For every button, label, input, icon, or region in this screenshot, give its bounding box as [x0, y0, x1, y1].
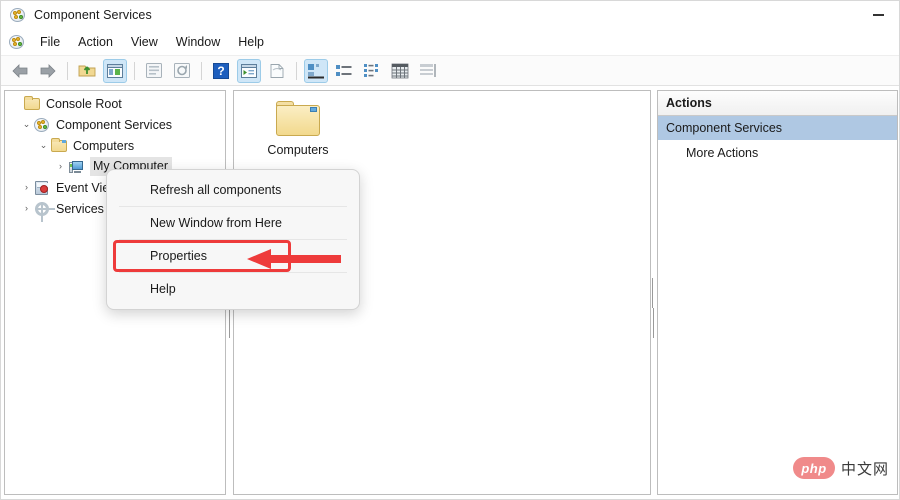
minimize-button[interactable]: [855, 1, 899, 29]
tree-item-component-services[interactable]: ⌄ Component Services: [5, 114, 225, 135]
title-bar: Component Services: [1, 1, 899, 29]
chevron-right-icon[interactable]: ›: [19, 204, 34, 213]
view-large-icons-icon[interactable]: [304, 58, 328, 83]
svg-text:?: ?: [217, 64, 224, 78]
annotation-arrow-icon: [247, 248, 341, 270]
context-menu-item-new-window-from-here[interactable]: New Window from Here: [107, 207, 359, 239]
component-services-icon: [10, 7, 26, 23]
toolbar-separator: [296, 61, 297, 80]
context-menu-item-help[interactable]: Help: [107, 273, 359, 305]
services-icon: [34, 201, 55, 222]
menu-file[interactable]: File: [31, 32, 69, 52]
chevron-right-icon[interactable]: ›: [19, 183, 34, 192]
folder-icon: [24, 95, 41, 112]
view-list-icon[interactable]: [360, 59, 384, 83]
list-item[interactable]: Computers: [256, 101, 340, 157]
tree-item-label: Component Services: [56, 117, 173, 132]
forward-icon[interactable]: [36, 59, 60, 83]
menu-window[interactable]: Window: [167, 32, 229, 52]
menu-action[interactable]: Action: [69, 32, 122, 52]
tree-item-label: Computers: [73, 138, 135, 153]
window-title: Component Services: [34, 8, 152, 22]
refresh-icon[interactable]: [170, 59, 194, 83]
watermark-text: 中文网: [840, 460, 889, 478]
component-services-icon: [34, 117, 51, 133]
actions-item-component-services[interactable]: Component Services: [658, 116, 897, 140]
actions-item-more-actions[interactable]: More Actions: [658, 140, 897, 166]
new-window-icon[interactable]: [265, 59, 289, 83]
up-folder-icon[interactable]: [75, 59, 99, 83]
show-hide-console-tree-icon[interactable]: [103, 58, 127, 83]
view-report-icon[interactable]: [416, 59, 440, 83]
view-small-icons-icon[interactable]: [332, 59, 356, 83]
actions-pane[interactable]: Actions Component Services More Actions: [657, 90, 898, 495]
context-menu: Refresh all components New Window from H…: [106, 169, 360, 310]
chevron-right-icon[interactable]: ›: [53, 162, 68, 171]
folder-icon: [51, 137, 68, 154]
tree-item-console-root[interactable]: Console Root: [5, 93, 225, 114]
actions-pane-header: Actions: [658, 91, 897, 116]
php-logo: php: [792, 457, 835, 479]
minimize-icon: [872, 14, 884, 16]
toolbar: ?: [1, 56, 899, 86]
export-list-icon[interactable]: [237, 58, 261, 83]
menu-help[interactable]: Help: [229, 32, 273, 52]
toolbar-separator: [201, 61, 202, 80]
toolbar-separator: [134, 61, 135, 80]
toolbar-separator: [67, 61, 68, 80]
list-item-label: Computers: [267, 143, 329, 157]
tree-item-computers[interactable]: ⌄ Computers: [5, 135, 225, 156]
menu-view[interactable]: View: [122, 32, 167, 52]
component-services-icon: [9, 34, 25, 50]
back-icon[interactable]: [8, 59, 32, 83]
help-icon[interactable]: ?: [209, 59, 233, 83]
context-menu-item-refresh-all-components[interactable]: Refresh all components: [107, 174, 359, 206]
event-viewer-icon: [34, 180, 51, 196]
my-computer-icon: [68, 159, 85, 175]
folder-icon: [276, 101, 320, 137]
menu-bar: File Action View Window Help: [1, 29, 899, 56]
watermark: php 中文网: [792, 457, 889, 479]
tree-item-label: Console Root: [46, 96, 122, 111]
splitter-grip: [652, 278, 654, 338]
chevron-down-icon[interactable]: ⌄: [19, 120, 34, 129]
window-controls: [855, 1, 899, 29]
properties-icon[interactable]: [142, 59, 166, 83]
results-list: Computers: [234, 91, 650, 157]
view-details-icon[interactable]: [388, 59, 412, 83]
splitter-right[interactable]: [651, 90, 656, 495]
chevron-down-icon[interactable]: ⌄: [36, 141, 51, 150]
component-services-window: Component Services File Action View Wind…: [0, 0, 900, 500]
